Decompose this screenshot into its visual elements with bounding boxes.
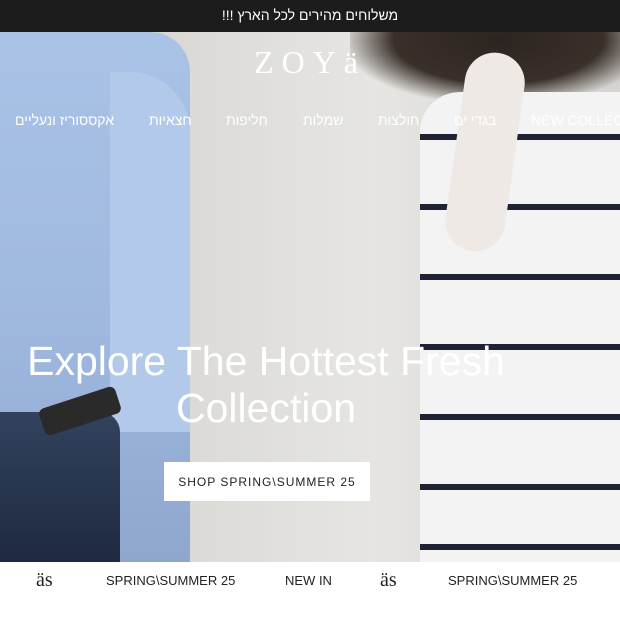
announcement-text: משלוחים מהירים לכל הארץ !!! <box>221 7 399 23</box>
hero-banner: ZOYä NEW COLLECTION בגדי ים חולצות שמלות… <box>0 32 620 562</box>
nav-item-suits[interactable]: חליפות <box>226 112 268 128</box>
hero-headline-line2: Collection <box>175 385 357 431</box>
nav-item-skirts[interactable]: חצאיות <box>149 112 192 128</box>
nav-item-swimwear[interactable]: בגדי ים <box>454 112 496 128</box>
brand-mark-icon: äs <box>36 569 53 591</box>
ticker-item: SPRING\SUMMER 25 <box>448 573 578 588</box>
page-bottom <box>0 601 620 620</box>
hero-headline-line1: Explore The Hottest Fresh <box>27 338 505 384</box>
nav-item-dresses[interactable]: שמלות <box>303 112 343 128</box>
nav-item-accessories-shoes[interactable]: אקססוריז ונעליים <box>15 112 114 128</box>
ticker-bar: äs SPRING\SUMMER 25 NEW IN äs SPRING\SUM… <box>0 562 620 601</box>
ticker-item: NEW IN <box>285 573 332 588</box>
site-logo[interactable]: ZOYä <box>0 44 620 81</box>
nav-item-new-collection[interactable]: NEW COLLECTION <box>531 112 620 128</box>
ticker-item: SPRING\SUMMER 25 <box>106 573 236 588</box>
brand-mark-icon: äs <box>380 569 397 591</box>
main-nav: NEW COLLECTION בגדי ים חולצות שמלות חליפ… <box>0 112 620 136</box>
hero-headline: Explore The Hottest Fresh Collection <box>0 338 532 432</box>
hero-model-jeans <box>0 412 120 562</box>
hero-model-dress <box>420 92 620 562</box>
nav-item-shirts[interactable]: חולצות <box>378 112 419 128</box>
announcement-bar: משלוחים מהירים לכל הארץ !!! <box>0 0 620 32</box>
shop-spring-summer-button[interactable]: SHOP SPRING\SUMMER 25 <box>164 462 370 501</box>
